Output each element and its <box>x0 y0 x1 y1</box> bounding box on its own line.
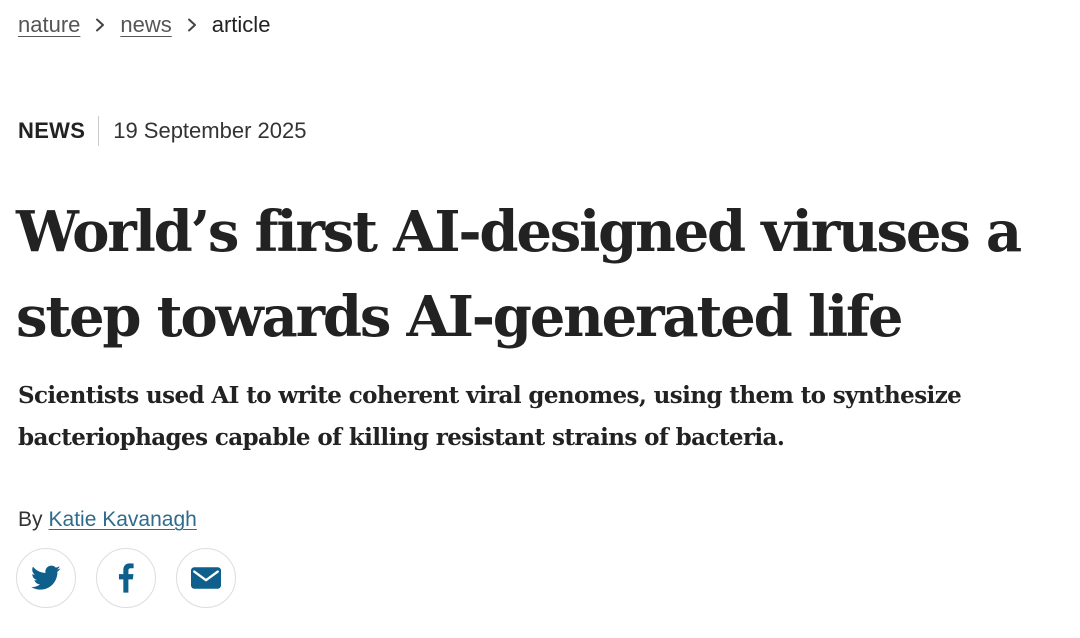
facebook-icon <box>118 563 134 593</box>
article-standfirst: Scientists used AI to write coherent vir… <box>18 382 962 451</box>
share-facebook-button[interactable] <box>96 548 156 608</box>
share-twitter-button[interactable] <box>16 548 76 608</box>
byline: By Katie Kavanagh <box>18 508 197 532</box>
breadcrumb-link-news[interactable]: news <box>120 12 171 38</box>
share-email-button[interactable] <box>176 548 236 608</box>
article-meta: NEWS 19 September 2025 <box>18 116 306 146</box>
article-page: nature news article NEWS 19 September 20… <box>0 0 1080 638</box>
twitter-icon <box>31 565 61 590</box>
breadcrumb: nature news article <box>18 12 270 38</box>
publication-date: 19 September 2025 <box>113 118 307 143</box>
byline-prefix: By <box>18 508 43 531</box>
breadcrumb-link-nature[interactable]: nature <box>18 12 80 38</box>
author-link[interactable]: Katie Kavanagh <box>49 508 197 531</box>
article-type-label: NEWS <box>18 118 86 143</box>
breadcrumb-current-article: article <box>211 12 271 37</box>
email-icon <box>191 567 221 589</box>
meta-divider <box>98 116 100 146</box>
chevron-right-icon <box>172 12 212 38</box>
article-title: World’s first AI-designed viruses a step… <box>16 199 1022 350</box>
share-buttons <box>16 548 236 608</box>
chevron-right-icon <box>80 12 120 38</box>
